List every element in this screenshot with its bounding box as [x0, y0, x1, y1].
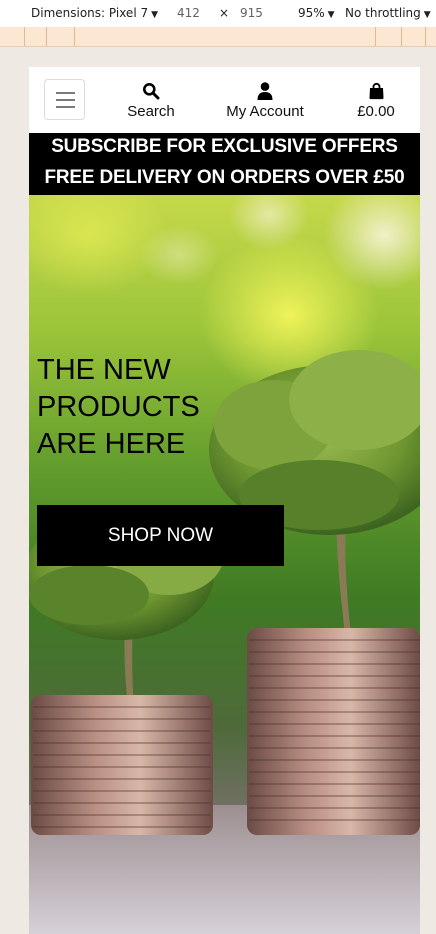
promo-banner: SUBSCRIBE FOR EXCLUSIVE OFFERS FREE DELI… — [29, 133, 420, 195]
caret-down-icon: ▼ — [327, 10, 335, 20]
width-input[interactable]: 412 — [177, 6, 200, 20]
zoom-value: 95% — [298, 6, 325, 20]
account-link[interactable]: My Account — [214, 81, 316, 120]
ruler-tick — [46, 27, 47, 46]
menu-toggle-button[interactable] — [44, 79, 85, 120]
cart-link[interactable]: £0.00 — [349, 81, 403, 120]
account-label: My Account — [226, 103, 304, 120]
ruler-tick — [401, 27, 402, 46]
ruler-tick — [375, 27, 376, 46]
promo-line-subscribe: SUBSCRIBE FOR EXCLUSIVE OFFERS — [51, 136, 398, 157]
hero-title-line: ARE HERE — [37, 428, 186, 460]
hero-title-line: PRODUCTS — [37, 391, 200, 423]
ruler-tick — [425, 27, 426, 46]
throttling-value: No throttling — [345, 6, 421, 20]
times-icon: × — [219, 6, 230, 20]
hero-section: THE NEW PRODUCTS ARE HERE SHOP NOW — [29, 195, 420, 934]
hero-title-line: THE NEW — [37, 354, 171, 386]
device-toolbar: Dimensions: Pixel 7 ▼ 412 × 915 95% ▼ No t… — [0, 0, 436, 28]
device-dimensions-select[interactable]: Dimensions: Pixel 7 ▼ — [31, 6, 158, 20]
media-query-ruler[interactable] — [0, 27, 436, 47]
search-label: Search — [127, 103, 175, 120]
hero-title: THE NEW PRODUCTS ARE HERE — [37, 352, 287, 463]
ruler-tick — [24, 27, 25, 46]
caret-down-icon: ▼ — [151, 10, 159, 20]
shop-now-button[interactable]: SHOP NOW — [37, 505, 284, 566]
site-header: Search My Account £0.00 — [29, 67, 420, 133]
zoom-select[interactable]: 95% ▼ — [298, 6, 335, 20]
caret-down-icon: ▼ — [423, 10, 431, 20]
promo-line-delivery: FREE DELIVERY ON ORDERS OVER £50 — [44, 167, 405, 188]
device-viewport: Search My Account £0.00 SUBSCRIBE FOR EX… — [29, 67, 420, 934]
cart-total: £0.00 — [357, 103, 395, 120]
ruler-tick — [74, 27, 75, 46]
device-label: Dimensions: Pixel 7 — [31, 6, 149, 20]
throttling-select[interactable]: No throttling ▼ — [345, 6, 431, 20]
search-icon — [143, 83, 160, 100]
search-link[interactable]: Search — [119, 81, 183, 120]
height-input[interactable]: 915 — [240, 6, 263, 20]
user-icon — [257, 82, 273, 100]
shopping-bag-icon — [368, 82, 384, 100]
